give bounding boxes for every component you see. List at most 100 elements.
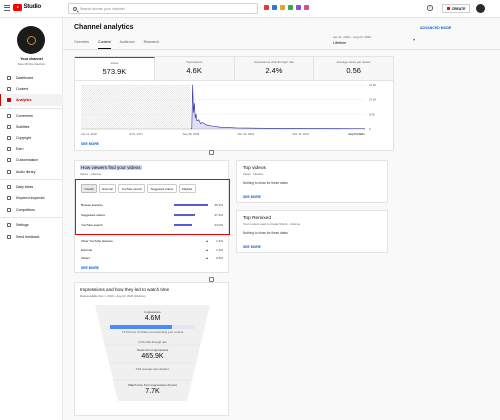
top-videos-card: Top videos Views · Lifetime Nothing to s… [236, 160, 388, 203]
funnel-ctr-note: 2.4% click-through rate [138, 340, 167, 344]
views-data-point [192, 84, 193, 86]
youtube-logo-icon [13, 4, 22, 11]
daily-ideas-icon [7, 185, 11, 190]
chip-overall[interactable]: Overall [81, 184, 97, 193]
sidebar-item-competitors[interactable]: Competitors [0, 204, 63, 215]
feedback-icon[interactable] [209, 150, 214, 155]
funnel-watch-value: 7.7K [145, 388, 160, 395]
sidebar-item-daily-ideas[interactable]: Daily ideas [0, 182, 63, 193]
sidebar-item-send-feedback[interactable]: Send feedback [0, 231, 63, 242]
sidebar-item-label: Audio library [16, 169, 36, 174]
see-more-link[interactable]: SEE MORE [81, 142, 99, 146]
traffic-subtitle: Views · Lifetime [80, 172, 102, 176]
help-icon[interactable]: ? [427, 5, 433, 11]
earn-icon [7, 147, 11, 152]
extension-icon-6[interactable] [304, 5, 309, 10]
chip-youtube-search[interactable]: YouTube search [118, 184, 146, 193]
sidebar-item-analytics[interactable]: Analytics [0, 94, 63, 106]
metric-tab[interactable]: Impressions 4.6K [154, 57, 235, 80]
metric-tab[interactable]: Impressions click-through rate 2.4% [234, 57, 315, 80]
tab-audience[interactable]: Audience [120, 40, 135, 49]
traffic-source-row[interactable]: YouTube search 24.0% [81, 221, 223, 229]
traffic-source-bar-track [174, 214, 208, 216]
chip-external[interactable]: External [98, 184, 117, 193]
create-button[interactable]: CREATE [442, 4, 470, 13]
advanced-mode-link[interactable]: ADVANCED MODE [420, 26, 451, 30]
metric-label: Impressions [186, 60, 203, 64]
views-data-point [194, 117, 196, 119]
traffic-source-name: Browse features [81, 203, 103, 207]
sidebar-item-keyword-inspector[interactable]: Keyword inspector [0, 193, 63, 204]
views-data-point [245, 127, 247, 129]
analytics-icon [7, 97, 11, 102]
views-data-point [196, 120, 198, 121]
funnel-duration-note: 0.93 average view duration [135, 367, 170, 371]
extension-icon-3[interactable] [280, 5, 285, 10]
sidebar-item-earn[interactable]: Earn [0, 144, 63, 155]
top-videos-see-more[interactable]: SEE MORE [243, 195, 261, 199]
traffic-title: How viewers find your videos [80, 165, 142, 170]
sidebar-item-content[interactable]: Content [0, 83, 63, 94]
extension-icon-5[interactable] [296, 5, 301, 10]
traffic-source-name: External [81, 247, 93, 252]
traffic-source-name: YouTube search [81, 223, 103, 227]
top-videos-title: Top videos [243, 166, 266, 171]
sidebar-item-label: Dashboard [16, 75, 34, 80]
trend-up-icon [206, 248, 208, 251]
tab-research[interactable]: Research [144, 40, 159, 49]
date-range-picker[interactable]: Apr 11, 2016 – Aug 23, 2022 Lifetime [333, 35, 371, 45]
top-videos-empty-text: Nothing to show for these dates [243, 181, 288, 185]
sidebar-item-comments[interactable]: Comments [0, 110, 63, 121]
sidebar-item-subtitles[interactable]: Subtitles [0, 121, 63, 132]
sidebar-item-audio-library[interactable]: Audio library [0, 166, 63, 177]
traffic-source-pct: 24.0% [214, 223, 223, 227]
views-data-point [265, 128, 266, 129]
metric-tab[interactable]: Average views per viewer 0.56 [314, 57, 393, 80]
traffic-sources-card: How viewers find your videos Views · Lif… [74, 160, 230, 273]
extension-icon-4[interactable] [288, 5, 293, 10]
chip-playlists[interactable]: Playlists [178, 184, 196, 193]
traffic-source-row[interactable]: Browse features 45.2% [81, 201, 223, 209]
traffic-source-row[interactable]: Other YouTube features 1.4% [81, 237, 223, 245]
traffic-source-row[interactable]: Others 0.6% [81, 254, 223, 262]
menu-icon[interactable] [4, 5, 10, 11]
funnel-impressions-bar [110, 325, 195, 329]
keyword-inspector-icon [7, 196, 11, 201]
search-box[interactable]: Search across your channel [68, 3, 258, 14]
metric-tab[interactable]: Views 573.9K [75, 57, 155, 80]
x-tick-label: Apr 11, 2016 [81, 132, 97, 136]
channel-avatar[interactable] [17, 26, 45, 54]
sidebar-item-copyright[interactable]: Copyright [0, 132, 63, 143]
copyright-icon [7, 136, 11, 141]
sidebar-item-dashboard[interactable]: Dashboard [0, 72, 63, 83]
sidebar-item-label: Content [16, 86, 29, 91]
sidebar-item-settings[interactable]: Settings [0, 220, 63, 231]
extension-icon-2[interactable] [272, 5, 277, 10]
extension-icon-1[interactable] [264, 5, 269, 10]
sidebar-item-customisation[interactable]: Customisation [0, 155, 63, 166]
traffic-see-more-link[interactable]: SEE MORE [81, 266, 99, 270]
funnel-impressions-value: 4.6M [144, 315, 161, 322]
trend-up-icon [206, 240, 208, 242]
sidebar-item-label: Comments [16, 113, 33, 118]
views-data-point [195, 114, 197, 115]
tab-content[interactable]: Content [97, 40, 111, 49]
sidebar-divider [0, 217, 63, 218]
studio-logo[interactable]: Studio [13, 4, 41, 11]
views-data-point [200, 123, 201, 124]
chip-suggested-videos[interactable]: Suggested videos [147, 184, 177, 193]
views-chart-svg: 24.0K 16.0K 8.0K 0 Apr 11, 2016 Jul 5, 2017 Se… [81, 83, 376, 136]
impressions-funnel-card: Impressions and how they led to watch ti… [74, 282, 229, 416]
top-remixed-see-more[interactable]: SEE MORE [243, 245, 261, 249]
chevron-down-icon[interactable] [413, 39, 415, 41]
sidebar-item-label: Daily ideas [16, 185, 34, 190]
sidebar-item-label: Competitors [16, 207, 35, 212]
views-data-point [191, 128, 193, 129]
account-avatar[interactable] [476, 4, 485, 13]
tab-overview[interactable]: Overview [74, 40, 89, 49]
traffic-source-row[interactable]: Suggested videos 27.4% [81, 211, 223, 219]
metric-tabs: Views 573.9K Impressions 4.6K Impressions cl… [75, 57, 393, 81]
traffic-source-row[interactable]: External 1.4% [81, 246, 223, 254]
sidebar-divider [0, 107, 63, 109]
metric-value: 0.56 [346, 66, 361, 75]
